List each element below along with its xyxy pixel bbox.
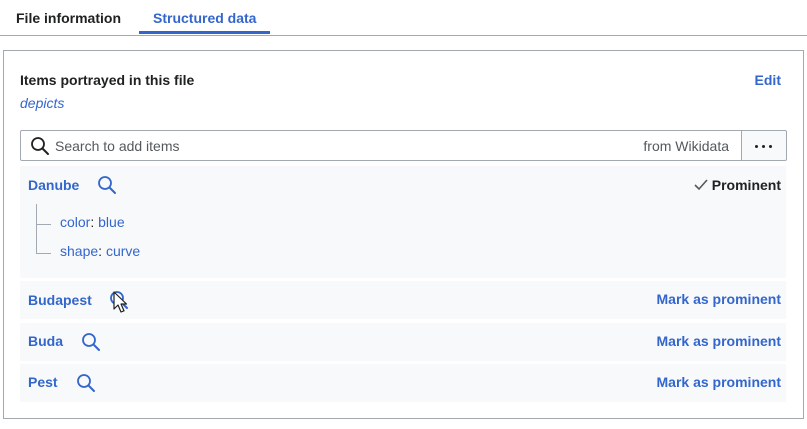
search-icon[interactable] — [81, 332, 101, 352]
depicts-item-pest: Pest Mark as prominent — [20, 364, 786, 402]
mark-as-prominent-button[interactable]: Mark as prominent — [657, 374, 781, 390]
prominent-status[interactable]: Prominent — [694, 177, 781, 193]
search-icon — [31, 137, 49, 155]
search-input[interactable] — [55, 131, 615, 160]
qualifier-value[interactable]: curve — [106, 243, 140, 259]
check-icon — [694, 179, 708, 191]
prominent-label: Prominent — [711, 177, 781, 193]
ellipsis-icon — [755, 145, 758, 148]
depicts-item-danube: Danube Prominent color: blue shape: curv… — [20, 166, 786, 278]
item-name[interactable]: Buda — [28, 333, 63, 349]
edit-button[interactable]: Edit — [755, 72, 781, 88]
depicts-panel: Items portrayed in this file depicts Edi… — [3, 50, 804, 419]
qualifier-property[interactable]: shape — [60, 243, 98, 259]
mouse-pointer-icon — [113, 291, 128, 313]
depicts-item-budapest: Budapest Mark as prominent — [20, 281, 786, 319]
search-icon[interactable] — [97, 175, 117, 195]
panel-title: Items portrayed in this file — [20, 72, 195, 88]
tab-bar: File information Structured data — [0, 0, 807, 36]
qualifier-shape: shape: curve — [60, 243, 141, 259]
qualifier-property[interactable]: color — [60, 214, 90, 230]
tab-file-information[interactable]: File information — [2, 0, 135, 34]
qualifier-value[interactable]: blue — [98, 214, 124, 230]
mark-as-prominent-button[interactable]: Mark as prominent — [657, 291, 781, 307]
search-box[interactable]: from Wikidata — [20, 130, 742, 161]
qualifier-color: color: blue — [60, 214, 125, 230]
search-source-label: from Wikidata — [643, 138, 729, 154]
item-name[interactable]: Danube — [28, 177, 79, 193]
depicts-item-buda: Buda Mark as prominent — [20, 323, 786, 361]
qualifier-tree-line — [36, 204, 37, 254]
tab-structured-data[interactable]: Structured data — [139, 0, 271, 34]
item-name[interactable]: Pest — [28, 374, 58, 390]
more-options-button[interactable] — [741, 130, 787, 161]
item-name[interactable]: Budapest — [28, 292, 92, 308]
mark-as-prominent-button[interactable]: Mark as prominent — [657, 333, 781, 349]
property-link-depicts[interactable]: depicts — [20, 95, 64, 111]
search-icon[interactable] — [76, 373, 96, 393]
